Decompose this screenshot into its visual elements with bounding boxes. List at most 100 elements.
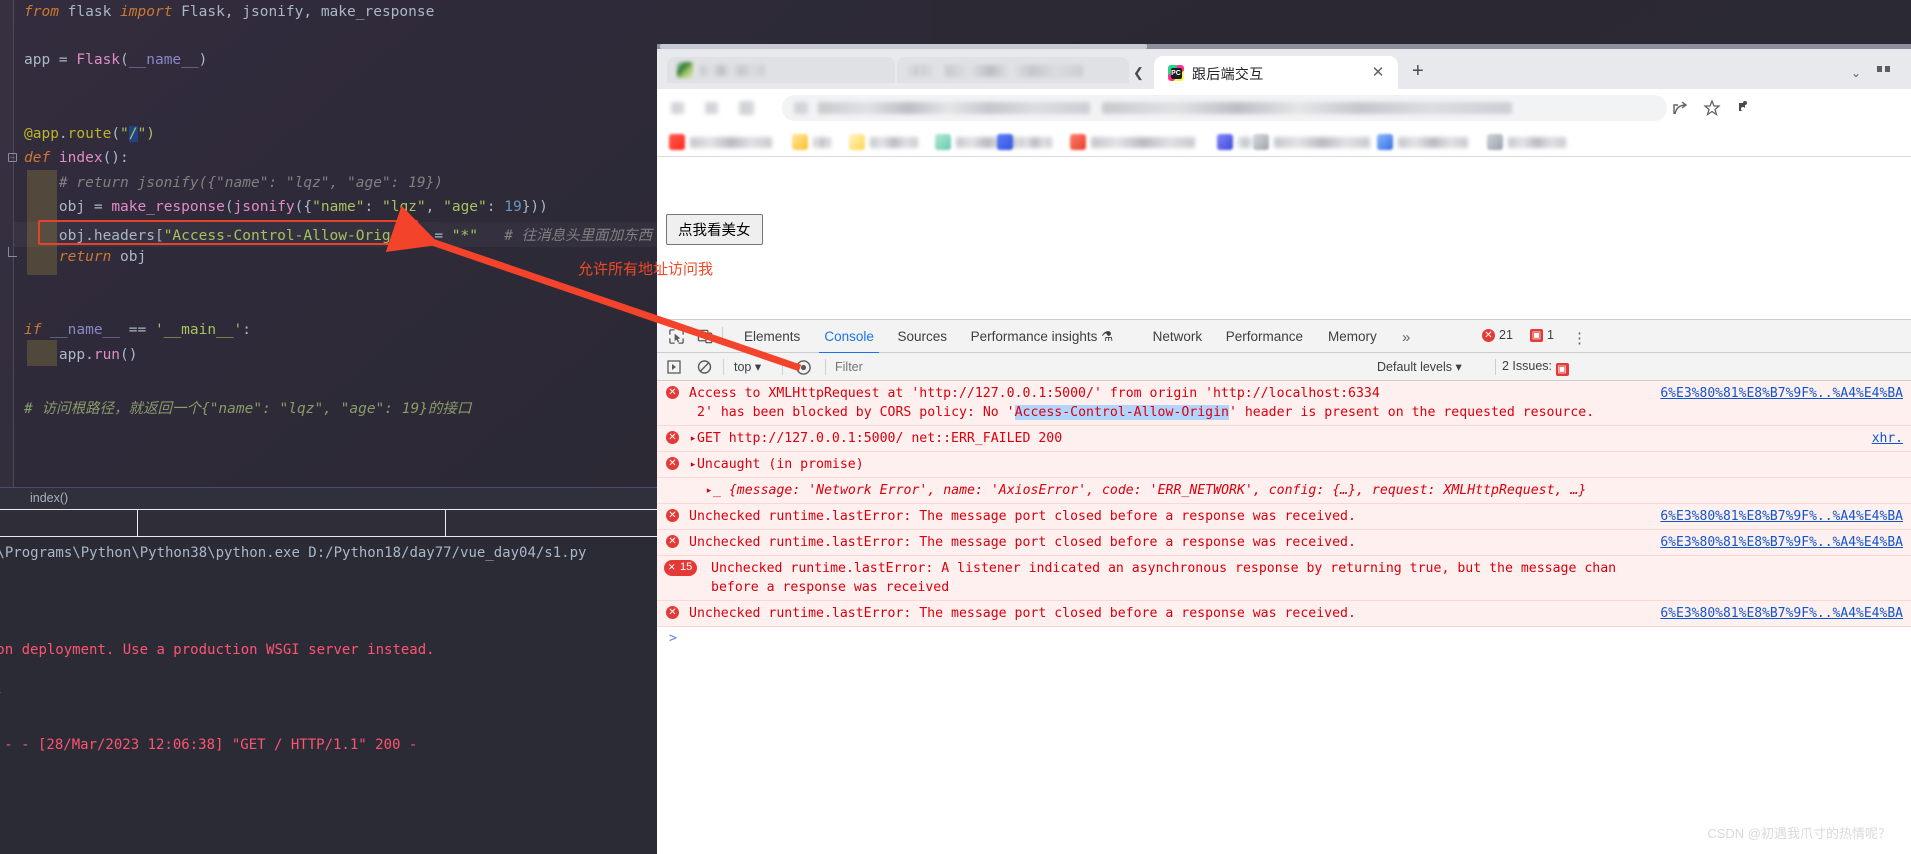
reload-icon[interactable] <box>739 101 754 115</box>
code-token: route <box>67 126 112 142</box>
error-repeat-badge: 15 <box>664 560 698 576</box>
bookmark-label-blurred <box>1508 136 1566 148</box>
devtools-tab-performance-insights[interactable]: Performance insights ⚗ <box>962 326 1123 353</box>
console-message[interactable]: ▸ _ {message: 'Network Error', name: 'Ax… <box>657 478 1911 504</box>
console-message-list[interactable]: ✕ Access to XMLHttpRequest at ' http://127… <box>657 381 1911 854</box>
console-message[interactable]: ✕ Access to XMLHttpRequest at ' http://127… <box>657 381 1911 426</box>
star-icon[interactable] <box>1703 99 1721 117</box>
device-toolbar-icon[interactable] <box>697 328 714 345</box>
console-prompt[interactable] <box>657 627 1911 646</box>
message-source-link[interactable]: 6%E3%80%81%E8%B7%9F%..%A4%E4%BA <box>1660 533 1903 552</box>
console-message[interactable]: 15 Unchecked runtime.lastError: A listene… <box>657 556 1911 601</box>
devtools-tab-sources[interactable]: Sources <box>889 326 957 353</box>
error-count-badge[interactable]: ✕ 21 <box>1482 328 1513 342</box>
tab-label: Elements <box>744 329 801 344</box>
code-token: [ <box>154 228 164 244</box>
code-token: / <box>128 126 138 142</box>
devtools-settings-icon[interactable]: ⋮ <box>1572 329 1587 347</box>
console-filter-bar[interactable]: top ▾ Default levels ▾ 2 Issues: ▣ <box>657 353 1911 381</box>
issues-label: 2 Issues: <box>1502 359 1553 373</box>
live-expression-icon[interactable] <box>795 359 812 376</box>
bookmark-item[interactable] <box>1487 134 1566 150</box>
bookmark-item[interactable] <box>849 134 918 150</box>
console-object-preview[interactable]: _ {message: 'Network Error', name: 'Axio… <box>713 483 1586 498</box>
message-line: 2' has been blocked by CORS policy: No '… <box>689 403 1911 422</box>
console-link[interactable]: http://127.0.0.1:5000/ <box>729 431 904 446</box>
execution-context-selector[interactable]: top ▾ <box>734 359 761 374</box>
chrome-browser-window[interactable]: ❮ PC 跟后端交互 ✕ + ⌄ 点我看美女 Elements Console … <box>657 44 1911 854</box>
bookmark-item[interactable] <box>1070 134 1195 150</box>
tab-inactive[interactable] <box>667 57 895 83</box>
bookmark-item[interactable] <box>1377 134 1468 150</box>
window-minimize-chevron-down-icon[interactable]: ⌄ <box>1851 66 1861 80</box>
devtools-tab-elements[interactable]: Elements <box>735 326 809 353</box>
console-text: before a response was received <box>711 580 950 595</box>
view-beauty-button[interactable]: 点我看美女 <box>666 214 763 245</box>
console-message[interactable]: ✕ Unchecked runtime.lastError: The messag… <box>657 530 1911 556</box>
error-icon: ✕ <box>666 457 679 470</box>
devtools-tab-network[interactable]: Network <box>1144 326 1212 353</box>
console-message[interactable]: ✕ Unchecked runtime.lastError: The messag… <box>657 601 1911 627</box>
site-info-icon[interactable] <box>794 102 808 114</box>
console-text: net::ERR_FAILED 200 <box>903 431 1063 446</box>
expand-triangle-icon[interactable]: ▸ <box>690 456 697 472</box>
issues-link[interactable]: 2 Issues: ▣ <box>1502 359 1569 376</box>
new-tab-button[interactable]: + <box>1412 61 1424 81</box>
console-message[interactable]: ✕ ▸Uncaught (in promise) <box>657 452 1911 478</box>
bookmark-item[interactable] <box>1253 134 1370 150</box>
code-token: })) <box>521 199 548 215</box>
browser-toolbar[interactable] <box>657 89 1911 127</box>
bookmark-item[interactable] <box>1217 134 1252 150</box>
breadcrumb-label: index() <box>30 491 69 505</box>
code-token: '__main__' <box>154 322 243 338</box>
code-token: . <box>58 126 68 142</box>
tab-active[interactable]: PC 跟后端交互 ✕ <box>1154 56 1398 89</box>
console-link[interactable]: http://127.0.0.1:5000/ <box>919 386 1094 401</box>
message-source-link[interactable]: 6%E3%80%81%E8%B7%9F%..%A4%E4%BA <box>1660 384 1903 403</box>
puzzle-icon[interactable] <box>1735 99 1753 117</box>
bookmark-item[interactable] <box>792 134 831 150</box>
console-message[interactable]: ✕ ▸GET http://127.0.0.1:5000/ net::ERR_FA… <box>657 426 1911 452</box>
devtools-tab-performance[interactable]: Performance <box>1217 326 1312 353</box>
expand-triangle-icon[interactable]: ▸ <box>706 482 713 498</box>
devtools-tab-console[interactable]: Console <box>815 326 883 354</box>
code-line: return obj <box>24 249 146 265</box>
code-token: = <box>58 52 77 68</box>
devtools-tab-bar[interactable]: Elements Console Sources Performance insigh… <box>657 320 1911 354</box>
code-token: == <box>128 322 155 338</box>
more-tabs-icon[interactable]: » <box>1402 329 1410 346</box>
run-script-icon[interactable] <box>667 359 683 375</box>
message-source-link[interactable]: 6%E3%80%81%E8%B7%9F%..%A4%E4%BA <box>1660 604 1903 623</box>
console-text: ' <box>1205 386 1214 401</box>
fold-collapse-icon[interactable]: – <box>8 153 17 162</box>
tab-close-icon[interactable]: ✕ <box>1370 65 1386 81</box>
message-source-link[interactable]: xhr. <box>1872 429 1903 448</box>
log-levels-dropdown[interactable]: Default levels ▾ <box>1377 359 1462 374</box>
bookmarks-bar[interactable] <box>657 127 1911 157</box>
window-controls-icon[interactable] <box>1877 63 1897 75</box>
expand-triangle-icon[interactable]: ▸ <box>690 430 697 446</box>
devtools-tab-memory[interactable]: Memory <box>1319 326 1386 353</box>
warning-count: 1 <box>1547 328 1554 342</box>
console-filter-input[interactable] <box>835 357 1365 377</box>
bookmark-favicon <box>849 134 865 150</box>
tab-strip[interactable]: ❮ PC 跟后端交互 ✕ + ⌄ <box>657 49 1911 89</box>
tab-inactive[interactable] <box>897 57 1129 83</box>
bookmark-item[interactable] <box>997 134 1052 150</box>
code-token: "lqz" <box>381 199 426 215</box>
clear-console-icon[interactable] <box>697 359 713 375</box>
devtools-panel[interactable]: Elements Console Sources Performance insigh… <box>657 319 1911 854</box>
issue-square-icon: ▣ <box>1555 363 1569 376</box>
tab-collapse-chevron-left-icon[interactable]: ❮ <box>1133 65 1144 81</box>
warning-count-badge[interactable]: ▣ 1 <box>1530 328 1554 342</box>
message-source-link[interactable]: 6%E3%80%81%E8%B7%9F%..%A4%E4%BA <box>1660 507 1903 526</box>
console-message[interactable]: ✕ Unchecked runtime.lastError: The messag… <box>657 504 1911 530</box>
inspect-cursor-icon[interactable] <box>668 328 685 345</box>
bookmark-item[interactable] <box>669 134 772 150</box>
back-arrow-icon[interactable] <box>671 102 684 114</box>
console-link[interactable]: http://localhost:6334 <box>1213 386 1380 401</box>
address-bar[interactable] <box>782 95 1667 121</box>
share-icon[interactable] <box>1671 99 1689 117</box>
forward-arrow-icon[interactable] <box>705 102 718 114</box>
code-token: ( <box>111 126 121 142</box>
